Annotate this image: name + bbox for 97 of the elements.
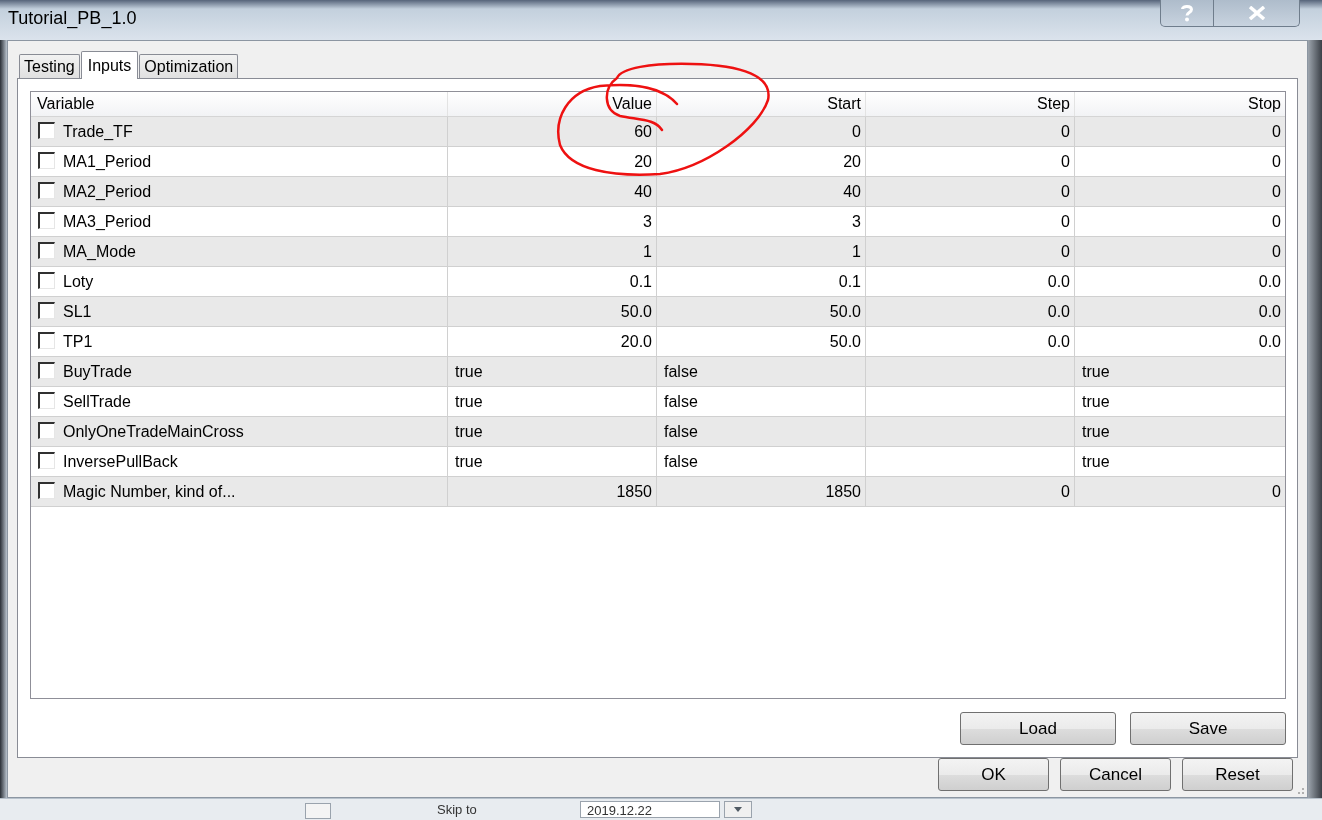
table-cell: false bbox=[657, 387, 866, 416]
checkbox[interactable] bbox=[38, 182, 55, 199]
table-cell-text: 0.0 bbox=[1257, 272, 1282, 292]
table-cell: 40 bbox=[448, 177, 657, 206]
close-icon bbox=[1247, 6, 1266, 20]
column-header[interactable]: Stop bbox=[1075, 92, 1285, 116]
help-icon bbox=[1180, 4, 1194, 22]
checkbox[interactable] bbox=[38, 272, 55, 289]
table-cell: 1850 bbox=[448, 477, 657, 506]
variable-name: Trade_TF bbox=[63, 122, 133, 142]
table-cell: 3 bbox=[657, 207, 866, 236]
resize-grip-icon[interactable] bbox=[1297, 787, 1305, 795]
table-cell: 1 bbox=[657, 237, 866, 266]
table-cell: true bbox=[448, 387, 657, 416]
table-cell: false bbox=[657, 357, 866, 386]
table-cell: 60 bbox=[448, 117, 657, 146]
table-cell: 50.0 bbox=[657, 327, 866, 356]
table-cell: 0 bbox=[866, 177, 1075, 206]
checkbox[interactable] bbox=[38, 362, 55, 379]
dialog-button[interactable]: Cancel bbox=[1060, 758, 1171, 791]
table-cell: false bbox=[657, 417, 866, 446]
file-button[interactable]: Save bbox=[1130, 712, 1286, 745]
file-button[interactable]: Load bbox=[960, 712, 1116, 745]
table-cell: false bbox=[657, 447, 866, 476]
close-button[interactable] bbox=[1214, 0, 1300, 27]
caret-icon bbox=[734, 807, 742, 812]
tab[interactable]: Testing bbox=[19, 54, 80, 78]
table-cell: 1 bbox=[448, 237, 657, 266]
table-cell-text: 0 bbox=[1271, 152, 1282, 172]
checkbox[interactable] bbox=[38, 242, 55, 259]
tab[interactable]: Inputs bbox=[80, 51, 139, 79]
variable-name: Loty bbox=[63, 272, 94, 292]
table-cell-text: 0 bbox=[1271, 182, 1282, 202]
table-cell-text: true bbox=[1081, 362, 1111, 382]
table-cell-text: 0.0 bbox=[1257, 302, 1282, 322]
table-cell: true bbox=[448, 417, 657, 446]
table-cell: 0.0 bbox=[866, 327, 1075, 356]
table-cell-text: 0 bbox=[1271, 242, 1282, 262]
table-cell: 20 bbox=[448, 147, 657, 176]
table-cell-text: 0 bbox=[1271, 122, 1282, 142]
variable-name: MA3_Period bbox=[63, 212, 152, 232]
checkbox[interactable] bbox=[38, 482, 55, 499]
table-cell: 0 bbox=[866, 237, 1075, 266]
variable-name: MA_Mode bbox=[63, 242, 136, 262]
table-cell: 0 bbox=[866, 147, 1075, 176]
table-cell: 0 bbox=[866, 207, 1075, 236]
dropdown-button[interactable] bbox=[724, 801, 752, 818]
variable-name: BuyTrade bbox=[63, 362, 132, 382]
checkbox[interactable] bbox=[38, 122, 55, 139]
column-header[interactable]: Variable bbox=[31, 92, 448, 116]
table-cell: 0 bbox=[866, 117, 1075, 146]
help-button[interactable] bbox=[1160, 0, 1214, 27]
date-field[interactable]: 2019.12.22 bbox=[580, 801, 720, 818]
column-header[interactable]: Start bbox=[657, 92, 866, 116]
table-cell: true bbox=[448, 447, 657, 476]
tab[interactable]: Optimization bbox=[139, 54, 239, 78]
table-cell: 40 bbox=[657, 177, 866, 206]
checkbox[interactable] bbox=[38, 152, 55, 169]
table-cell: 20.0 bbox=[448, 327, 657, 356]
table-cell-text: true bbox=[1081, 452, 1111, 472]
table-cell: 20 bbox=[657, 147, 866, 176]
table-cell: 3 bbox=[448, 207, 657, 236]
table-cell: 0 bbox=[657, 117, 866, 146]
table-cell: 0 bbox=[866, 477, 1075, 506]
variable-name: SL1 bbox=[63, 302, 92, 322]
table-cell: 50.0 bbox=[448, 297, 657, 326]
table-cell-text: true bbox=[1081, 392, 1111, 412]
table-cell: 0.0 bbox=[866, 267, 1075, 296]
variable-name: SellTrade bbox=[63, 392, 131, 412]
table-cell: 1850 bbox=[657, 477, 866, 506]
variable-name: Magic Number, kind of... bbox=[63, 482, 236, 502]
dialog-button[interactable]: Reset bbox=[1182, 758, 1293, 791]
dialog-button[interactable]: OK bbox=[938, 758, 1049, 791]
column-header[interactable]: Value bbox=[448, 92, 657, 116]
window-title: Tutorial_PB_1.0 bbox=[8, 7, 137, 29]
variable-name: MA1_Period bbox=[63, 152, 152, 172]
table-cell: 50.0 bbox=[657, 297, 866, 326]
variable-name: TP1 bbox=[63, 332, 93, 352]
table-cell-text: 0 bbox=[1271, 482, 1282, 502]
checkbox[interactable] bbox=[38, 332, 55, 349]
checkbox[interactable] bbox=[38, 212, 55, 229]
table-cell: 0.1 bbox=[448, 267, 657, 296]
checkbox[interactable] bbox=[38, 392, 55, 409]
variable-name: InversePullBack bbox=[63, 452, 178, 472]
checkbox[interactable] bbox=[38, 452, 55, 469]
table-cell: 0.1 bbox=[657, 267, 866, 296]
skip-to-label: Skip to bbox=[437, 802, 477, 817]
column-header[interactable]: Step bbox=[866, 92, 1075, 116]
checkbox[interactable] bbox=[38, 302, 55, 319]
variable-name: OnlyOneTradeMainCross bbox=[63, 422, 244, 442]
table-cell: 0.0 bbox=[866, 297, 1075, 326]
table-cell-text: 0.0 bbox=[1257, 332, 1282, 352]
table-cell-text: true bbox=[1081, 422, 1111, 442]
checkbox[interactable] bbox=[38, 422, 55, 439]
table-cell-text: 0 bbox=[1271, 212, 1282, 232]
table-cell: true bbox=[448, 357, 657, 386]
variable-name: MA2_Period bbox=[63, 182, 152, 202]
